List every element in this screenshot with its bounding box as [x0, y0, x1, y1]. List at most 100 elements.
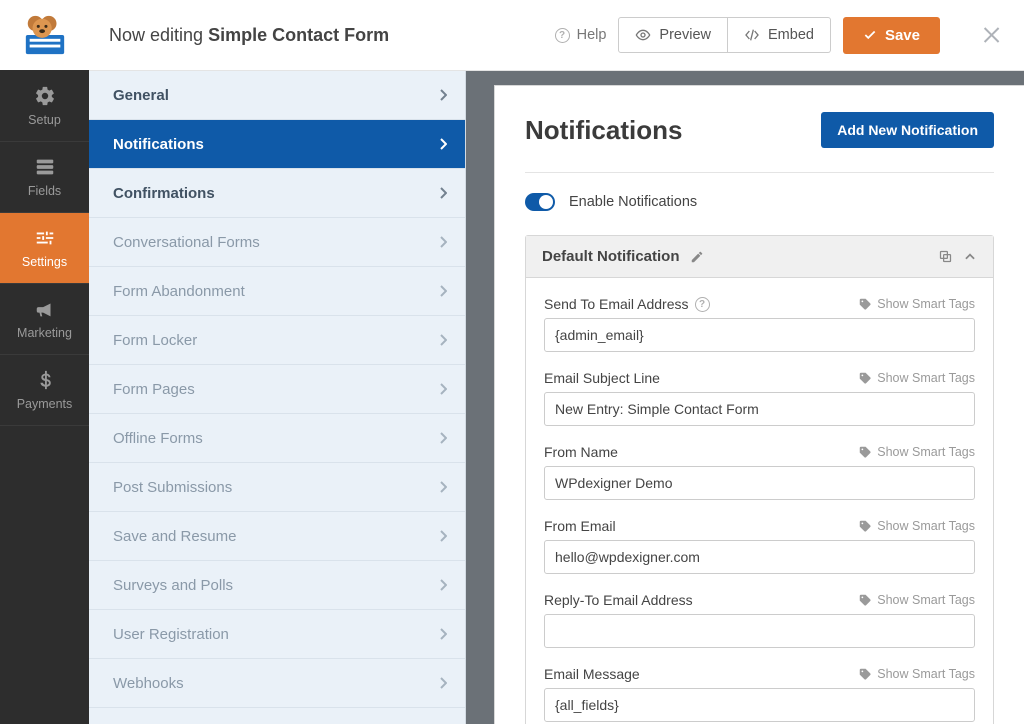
enable-notifications-toggle[interactable]	[525, 193, 555, 211]
embed-button[interactable]: Embed	[728, 17, 831, 53]
settings-item-post-submissions[interactable]: Post Submissions	[89, 463, 465, 512]
bullhorn-icon	[34, 298, 56, 320]
tag-icon	[858, 593, 872, 607]
tag-icon	[858, 519, 872, 533]
preview-label: Preview	[659, 27, 711, 43]
edit-title-button[interactable]	[690, 250, 704, 264]
settings-item-general[interactable]: General	[89, 71, 465, 120]
notification-block: Default Notification	[525, 235, 994, 724]
help-label: Help	[577, 27, 607, 43]
rail-item-setup[interactable]: Setup	[0, 71, 89, 142]
close-icon	[980, 23, 1004, 47]
dollar-icon	[34, 369, 56, 391]
eye-icon	[635, 27, 651, 43]
save-button[interactable]: Save	[843, 17, 940, 54]
chevron-right-icon	[439, 236, 447, 248]
main-area: Now editing Simple Contact Form Help Pre…	[89, 0, 1024, 724]
notification-block-body: Send To Email Address Show Smart Tags	[526, 278, 993, 724]
settings-item-form-locker[interactable]: Form Locker	[89, 316, 465, 365]
enable-notifications-label: Enable Notifications	[569, 194, 697, 210]
reply-to-input[interactable]	[544, 614, 975, 648]
settings-item-conversational-forms[interactable]: Conversational Forms	[89, 218, 465, 267]
chevron-right-icon	[439, 138, 447, 150]
show-smart-tags-button[interactable]: Show Smart Tags	[858, 519, 975, 533]
field-from-name: From Name Show Smart Tags	[544, 444, 975, 500]
field-from-email: From Email Show Smart Tags	[544, 518, 975, 574]
rail-item-fields[interactable]: Fields	[0, 142, 89, 213]
divider	[525, 172, 994, 173]
field-label: Send To Email Address	[544, 296, 710, 312]
field-label: Email Message	[544, 666, 640, 682]
editing-prefix: Now editing	[109, 25, 208, 45]
chevron-right-icon	[439, 334, 447, 346]
settings-item-user-registration[interactable]: User Registration	[89, 610, 465, 659]
add-notification-button[interactable]: Add New Notification	[821, 112, 994, 148]
chevron-right-icon	[439, 530, 447, 542]
notifications-card: Notifications Add New Notification Enabl…	[494, 85, 1024, 724]
settings-item-form-abandonment[interactable]: Form Abandonment	[89, 267, 465, 316]
field-label: Reply-To Email Address	[544, 592, 693, 608]
from-email-input[interactable]	[544, 540, 975, 574]
settings-item-label: Form Locker	[113, 332, 197, 349]
settings-item-webhooks[interactable]: Webhooks	[89, 659, 465, 708]
from-name-input[interactable]	[544, 466, 975, 500]
show-smart-tags-button[interactable]: Show Smart Tags	[858, 445, 975, 459]
settings-item-label: Confirmations	[113, 185, 215, 202]
rail-item-settings[interactable]: Settings	[0, 213, 89, 284]
sliders-icon	[34, 227, 56, 249]
collapse-notification-button[interactable]	[963, 250, 977, 264]
show-smart-tags-button[interactable]: Show Smart Tags	[858, 297, 975, 311]
embed-label: Embed	[768, 27, 814, 43]
tag-icon	[858, 445, 872, 459]
app-logo	[0, 0, 89, 71]
settings-item-label: Post Submissions	[113, 479, 232, 496]
close-button[interactable]	[980, 23, 1004, 47]
rail-item-label: Payments	[17, 397, 73, 411]
copy-icon	[938, 249, 953, 264]
help-icon[interactable]	[695, 297, 710, 312]
top-bar: Now editing Simple Contact Form Help Pre…	[89, 0, 1024, 71]
settings-item-form-pages[interactable]: Form Pages	[89, 365, 465, 414]
chevron-right-icon	[439, 579, 447, 591]
chevron-right-icon	[439, 89, 447, 101]
preview-embed-group: Preview Embed	[618, 17, 831, 53]
field-label: Email Subject Line	[544, 370, 660, 386]
tag-icon	[858, 371, 872, 385]
rail-item-marketing[interactable]: Marketing	[0, 284, 89, 355]
card-title: Notifications	[525, 115, 682, 146]
settings-item-label: Offline Forms	[113, 430, 203, 447]
rail-item-payments[interactable]: Payments	[0, 355, 89, 426]
form-fields-icon	[34, 156, 56, 178]
form-name: Simple Contact Form	[208, 25, 389, 45]
editor-canvas: Notifications Add New Notification Enabl…	[466, 71, 1024, 724]
field-send-to: Send To Email Address Show Smart Tags	[544, 296, 975, 352]
chevron-right-icon	[439, 628, 447, 640]
settings-item-offline-forms[interactable]: Offline Forms	[89, 414, 465, 463]
show-smart-tags-button[interactable]: Show Smart Tags	[858, 667, 975, 681]
rail-item-label: Settings	[22, 255, 67, 269]
code-icon	[744, 27, 760, 43]
help-icon	[555, 28, 570, 43]
settings-panel: General Notifications Confirmations Conv…	[89, 71, 466, 724]
help-link[interactable]: Help	[555, 27, 607, 43]
settings-item-label: Webhooks	[113, 675, 184, 692]
rail-item-label: Fields	[28, 184, 61, 198]
field-subject: Email Subject Line Show Smart Tags	[544, 370, 975, 426]
chevron-right-icon	[439, 383, 447, 395]
field-label: From Name	[544, 444, 618, 460]
settings-item-notifications[interactable]: Notifications	[89, 120, 465, 169]
settings-item-save-resume[interactable]: Save and Resume	[89, 512, 465, 561]
settings-item-surveys-polls[interactable]: Surveys and Polls	[89, 561, 465, 610]
email-message-input[interactable]	[544, 688, 975, 722]
chevron-right-icon	[439, 432, 447, 444]
duplicate-notification-button[interactable]	[938, 249, 953, 264]
settings-item-confirmations[interactable]: Confirmations	[89, 169, 465, 218]
tag-icon	[858, 667, 872, 681]
preview-button[interactable]: Preview	[618, 17, 728, 53]
notification-block-title: Default Notification	[542, 248, 680, 265]
show-smart-tags-button[interactable]: Show Smart Tags	[858, 593, 975, 607]
settings-item-label: Form Pages	[113, 381, 195, 398]
subject-input[interactable]	[544, 392, 975, 426]
send-to-input[interactable]	[544, 318, 975, 352]
show-smart-tags-button[interactable]: Show Smart Tags	[858, 371, 975, 385]
